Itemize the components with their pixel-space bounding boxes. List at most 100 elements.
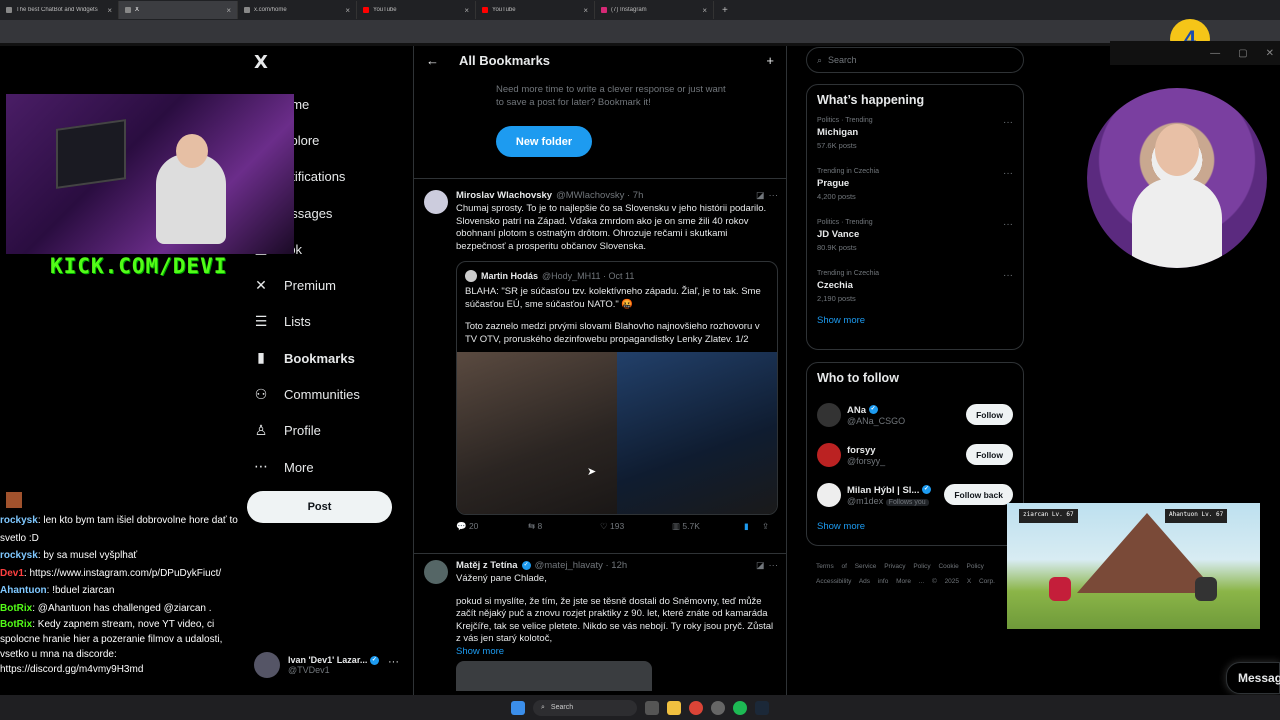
repost-button[interactable]: ⇆ 8 — [528, 521, 600, 532]
search-input[interactable]: ⌕ Search — [806, 47, 1024, 73]
chrome-icon[interactable] — [689, 700, 703, 715]
new-tab-button[interactable]: + — [722, 5, 728, 16]
avatar — [424, 560, 448, 584]
bookmark-icon: ▮ — [257, 350, 265, 367]
nav-item-profile[interactable]: ♙ Profile — [252, 413, 402, 449]
nav-item-premium[interactable]: ✕ Premium — [252, 267, 402, 303]
address-bar[interactable] — [0, 20, 1280, 43]
maximize-icon[interactable]: ▢ — [1238, 48, 1247, 59]
quote-media[interactable] — [457, 352, 777, 514]
browser-tab[interactable]: x.com/home × — [238, 1, 357, 19]
browser-tab[interactable]: YouTube × — [476, 1, 595, 19]
trend-item[interactable]: Politics · Trending Michigan 57.6K posts ··… — [817, 117, 1013, 168]
more-icon[interactable]: ··· — [769, 560, 779, 571]
add-folder-icon[interactable]: + — [766, 53, 774, 68]
follow-button[interactable]: Follow — [966, 404, 1013, 425]
x-logo[interactable]: X — [254, 52, 268, 73]
browser-tab[interactable]: YouTube × — [357, 1, 476, 19]
more-icon[interactable]: ··· — [1003, 270, 1013, 281]
tweet-text: pokud si myslíte, že tím, že jste se těs… — [456, 595, 774, 645]
minimize-icon[interactable]: — — [1210, 48, 1220, 59]
like-button[interactable]: ♡ 193 — [600, 521, 672, 532]
stream-chat: rockysk: len kto bym tam išiel dobrovoln… — [0, 512, 245, 677]
close-tab-icon[interactable]: × — [226, 6, 231, 15]
taskbar-search[interactable]: ⌕ Search — [533, 699, 637, 716]
more-icon[interactable]: ··· — [1003, 219, 1013, 230]
emote-icon — [6, 492, 22, 508]
trend-item[interactable]: Trending in Czechia Czechia 2,190 posts ··· — [817, 270, 1013, 321]
bookmarks-intro-text: Need more time to write a clever respons… — [496, 84, 726, 108]
file-explorer-icon[interactable] — [667, 700, 681, 715]
grok-icon[interactable]: ◪ — [756, 190, 765, 201]
browser-tab-bar: The best ChatBot and Widgets × X × x.com/h… — [0, 0, 1280, 20]
steam-icon[interactable] — [755, 700, 769, 715]
close-tab-icon[interactable]: × — [464, 6, 469, 15]
tweet[interactable]: Miroslav Wlachovsky @MWlachovsky · 7h ◪ ···… — [424, 190, 778, 532]
close-tab-icon[interactable]: × — [583, 6, 588, 15]
follow-suggestion[interactable]: forsyy @forsyy_ Follow — [817, 435, 1013, 475]
share-icon[interactable]: ⇪ — [762, 521, 774, 532]
spotify-icon[interactable] — [733, 700, 747, 715]
nav-item-bookmarks[interactable]: ▮ Bookmarks — [252, 340, 402, 376]
footer-links[interactable]: Terms of Service Privacy Policy Cookie P… — [816, 559, 1016, 589]
tweet[interactable]: Matěj z Tetína ✓ @matej_hlavaty · 12h ◪ ··· … — [424, 560, 778, 691]
chat-message: BotRix: Kedy zapnem stream, nove YT vide… — [0, 619, 223, 675]
streamer-head — [1155, 124, 1199, 176]
nav-item-more[interactable]: ⋯ More — [252, 449, 402, 485]
close-tab-icon[interactable]: × — [702, 6, 707, 15]
chat-message: rockysk: by sa musel vyšplhať — [0, 550, 138, 561]
media-image[interactable] — [456, 660, 652, 691]
x-icon — [125, 7, 131, 13]
show-more-link[interactable]: Show more — [817, 521, 1013, 532]
reply-button[interactable]: 💬 20 — [456, 521, 528, 532]
tweet-actions: 💬 20 ⇆ 8 ♡ 193 ▥ 5.7K ▮ ⇪ — [456, 521, 778, 532]
avatar — [424, 190, 448, 214]
streamer-webcam-round — [1087, 88, 1267, 268]
close-icon[interactable]: ✕ — [1266, 48, 1274, 59]
verified-badge-icon: ✓ — [369, 656, 379, 666]
quote-tweet[interactable]: Martin Hodás @Hody_MH11 · Oct 11 BLAHA: "… — [456, 261, 778, 515]
account-switcher[interactable]: Ivan 'Dev1' Lazar... ✓ @TVDev1 ··· — [254, 652, 399, 678]
player1-character — [1049, 577, 1071, 601]
media-image — [457, 352, 617, 514]
close-tab-icon[interactable]: × — [107, 6, 112, 15]
browser-tab[interactable]: (7) Instagram × — [595, 1, 714, 19]
task-view-icon[interactable] — [645, 700, 659, 715]
back-arrow-icon[interactable]: ← — [426, 53, 439, 68]
follow-back-button[interactable]: Follow back — [944, 484, 1013, 505]
messages-drawer[interactable]: Messag — [1226, 662, 1280, 694]
trend-item[interactable]: Trending in Czechia Prague 4,200 posts ··· — [817, 168, 1013, 219]
chat-message: rockysk: len kto bym tam išiel dobrovoln… — [0, 515, 238, 544]
new-folder-button[interactable]: New folder — [496, 126, 592, 157]
windows-start-icon[interactable] — [511, 700, 525, 715]
page-title: All Bookmarks — [459, 52, 551, 68]
person-icon: ♙ — [254, 422, 268, 439]
avatar — [817, 403, 841, 427]
avatar — [817, 443, 841, 467]
more-icon[interactable]: ··· — [1003, 168, 1013, 179]
x-icon — [244, 7, 250, 13]
nav-item-communities[interactable]: ⚇ Communities — [252, 376, 402, 412]
divider — [414, 178, 786, 179]
follow-suggestion[interactable]: ANa ✓ @ANa_CSGO Follow — [817, 395, 1013, 435]
browser-tab[interactable]: The best ChatBot and Widgets × — [0, 1, 119, 19]
trend-item[interactable]: Politics · Trending JD Vance 80.9K posts ··… — [817, 219, 1013, 270]
follow-button[interactable]: Follow — [966, 444, 1013, 465]
grok-icon[interactable]: ◪ — [756, 560, 765, 571]
follow-suggestion[interactable]: Milan Hýbl | Sl... ✓ @m1dex Follows you Fo… — [817, 475, 1013, 515]
bookmark-icon[interactable]: ▮ — [744, 521, 762, 532]
post-button[interactable]: Post — [247, 491, 392, 523]
views-button[interactable]: ▥ 5.7K — [672, 521, 744, 532]
browser-tab[interactable]: X × — [119, 1, 238, 19]
close-tab-icon[interactable]: × — [345, 6, 350, 15]
bot-icon — [6, 7, 12, 13]
youtube-icon — [363, 7, 369, 13]
more-icon[interactable]: ··· — [1003, 117, 1013, 128]
nav-item-lists[interactable]: ☰ Lists — [252, 304, 402, 340]
show-more-link[interactable]: Show more — [456, 646, 778, 657]
more-icon[interactable]: ··· — [769, 190, 779, 201]
obs-icon[interactable] — [711, 700, 725, 715]
more-icon[interactable]: ··· — [388, 656, 399, 668]
youtube-icon — [482, 7, 488, 13]
chat-message: BotRix: @Ahantuon has challenged @ziarca… — [0, 602, 212, 614]
